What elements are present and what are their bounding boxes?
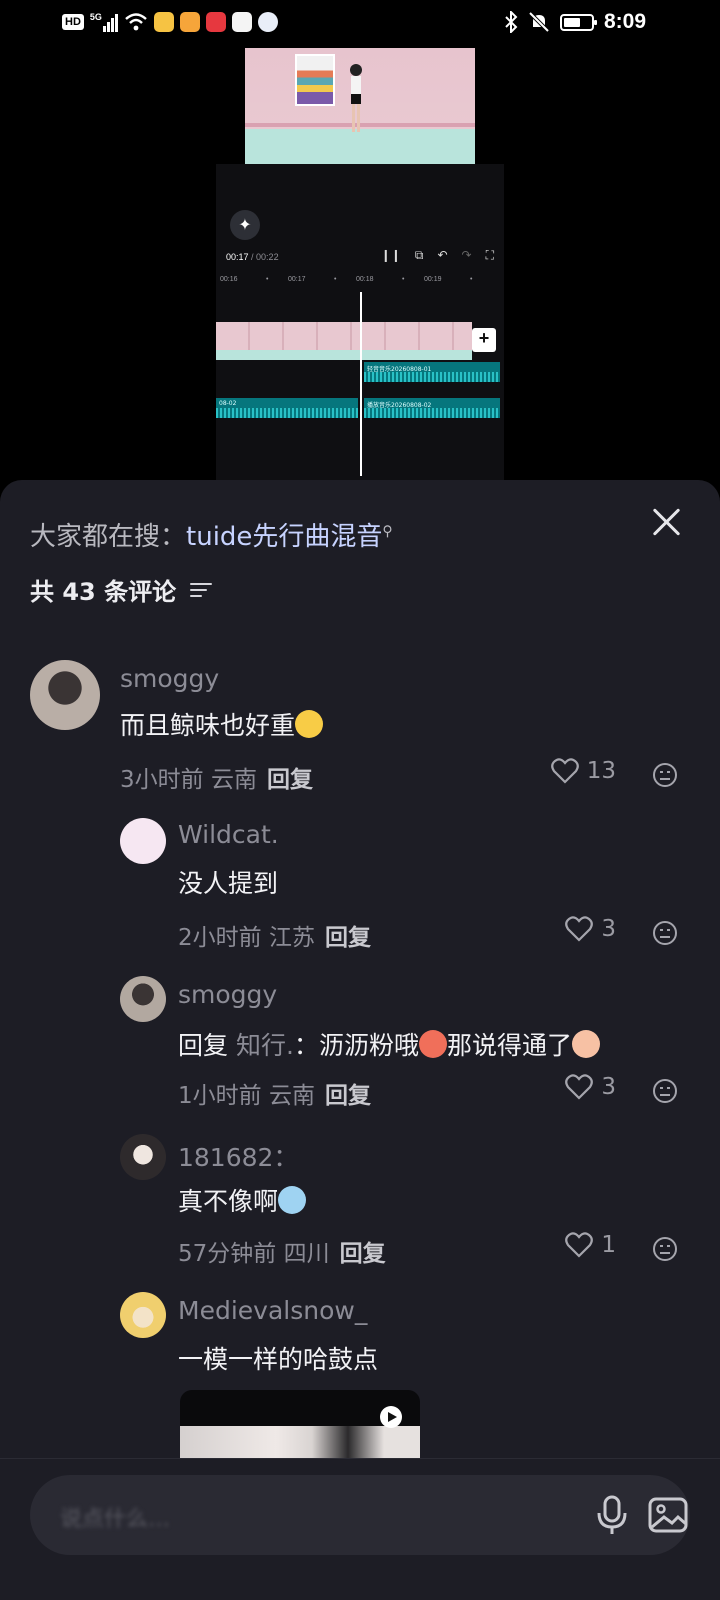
comment-meta: 57分钟前 四川 回复 (178, 1241, 386, 1267)
audio-track-2a[interactable]: 08-02 (216, 398, 358, 418)
comment-text: 没人提到 (178, 869, 279, 898)
avatar[interactable] (30, 660, 100, 730)
dislike-icon[interactable] (652, 762, 678, 788)
heart-icon (550, 758, 579, 784)
heart-icon (565, 1232, 594, 1258)
like-button[interactable]: 1 (565, 1232, 616, 1258)
username[interactable]: 181682： (178, 1138, 298, 1174)
comment-meta: 3小时前 云南 回复 (120, 767, 313, 793)
search-icon: ⚲ (382, 523, 393, 540)
reply-button[interactable]: 回复 (340, 1241, 386, 1267)
reply-button[interactable]: 回复 (325, 925, 371, 951)
mute-icon (528, 11, 550, 33)
avatar[interactable] (120, 976, 166, 1022)
like-button[interactable]: 3 (565, 916, 616, 942)
comment-meta: 2小时前 江苏 回复 (178, 925, 371, 951)
trending-search[interactable]: 大家都在搜：tuide先行曲混音⚲ (30, 516, 393, 553)
battery-icon (559, 13, 597, 31)
bluetooth-icon (505, 11, 518, 33)
like-button[interactable]: 3 (565, 1074, 616, 1100)
hd-icon: HD (62, 14, 84, 30)
clock: 8:09 (603, 10, 646, 33)
fullscreen-icon[interactable]: ⛶ (486, 248, 494, 263)
video-app-icon (179, 12, 200, 32)
audio-track-1[interactable]: 轻音音乐20260808-01 (364, 362, 500, 382)
add-clip-button[interactable]: + (472, 328, 496, 352)
dancer-figure (350, 64, 362, 132)
username[interactable]: smoggy (120, 664, 219, 693)
thinking-emoji (571, 1030, 600, 1058)
playhead[interactable] (360, 292, 362, 476)
comment-text: 而且鲸味也好重 (120, 706, 324, 742)
crying-river-emoji (278, 1186, 307, 1214)
heart-icon (565, 916, 594, 942)
undo-icon[interactable]: ↶ (437, 248, 447, 263)
red-app-icon (205, 12, 226, 32)
comment-input[interactable]: 说点什么… (30, 1475, 690, 1555)
redo-icon[interactable]: ↷ (462, 248, 472, 263)
image-icon[interactable] (646, 1493, 690, 1537)
comment-count: 共 43 条评论 (30, 578, 177, 606)
weibo-app-icon (153, 12, 174, 32)
wall-painting (295, 54, 335, 106)
dislike-icon[interactable] (652, 920, 678, 946)
video-track[interactable] (216, 322, 472, 360)
comment-input-bar: 说点什么… (0, 1458, 720, 1600)
timeline-ruler: 00:16 • 00:17 • 00:18 • 00:19 • (220, 276, 473, 283)
comment-text: 回复 知行.：沥沥粉哦 那说得通了 (178, 1026, 600, 1062)
pause-icon[interactable]: ❙❙ (381, 248, 401, 263)
reply-button[interactable]: 回复 (325, 1083, 371, 1109)
music-app-icon (231, 12, 252, 32)
dislike-icon[interactable] (652, 1236, 678, 1262)
keyframe-icon[interactable]: ⧉ (415, 248, 424, 263)
video-thumbnail[interactable] (245, 48, 475, 164)
like-button[interactable]: 13 (550, 758, 616, 784)
audio-track-2b[interactable]: 播放音乐20260808-02 (364, 398, 500, 418)
avatar[interactable] (120, 1292, 166, 1338)
comment-text: 真不像啊 (178, 1182, 307, 1218)
crying-face-emoji (295, 710, 324, 738)
wifi-icon (125, 13, 147, 31)
video-editor-preview[interactable]: ✦ 00:17 / 00:22 ❙❙ ⧉ ↶ ↷ ⛶ 00:16 • 00:17… (216, 164, 504, 482)
play-icon[interactable] (380, 1406, 402, 1428)
time-readout: 00:17 / 00:22 (226, 252, 279, 262)
username[interactable]: Wildcat. (178, 820, 279, 849)
qq-app-icon (257, 12, 278, 32)
avatar[interactable] (120, 818, 166, 864)
status-bar: HD 5G 8:09 (0, 0, 720, 48)
reply-button[interactable]: 回复 (267, 767, 313, 793)
magic-sparkle-icon[interactable]: ✦ (230, 210, 260, 240)
heart-icon (565, 1074, 594, 1100)
comment-video-attachment[interactable] (180, 1390, 420, 1460)
dislike-icon[interactable] (652, 1078, 678, 1104)
username[interactable]: Medievalsnow_ (178, 1296, 367, 1325)
laughing-emoji (418, 1030, 447, 1058)
comment-text: 一模一样的哈鼓点 (178, 1345, 379, 1374)
editor-toolbar: ❙❙ ⧉ ↶ ↷ ⛶ (381, 248, 494, 263)
close-icon[interactable] (650, 506, 682, 538)
sort-icon[interactable] (190, 582, 213, 598)
microphone-icon[interactable] (590, 1493, 634, 1537)
avatar[interactable] (120, 1134, 166, 1180)
signal-icon: 5G (90, 12, 118, 32)
username[interactable]: smoggy (178, 980, 277, 1009)
comment-meta: 1小时前 云南 回复 (178, 1083, 371, 1109)
